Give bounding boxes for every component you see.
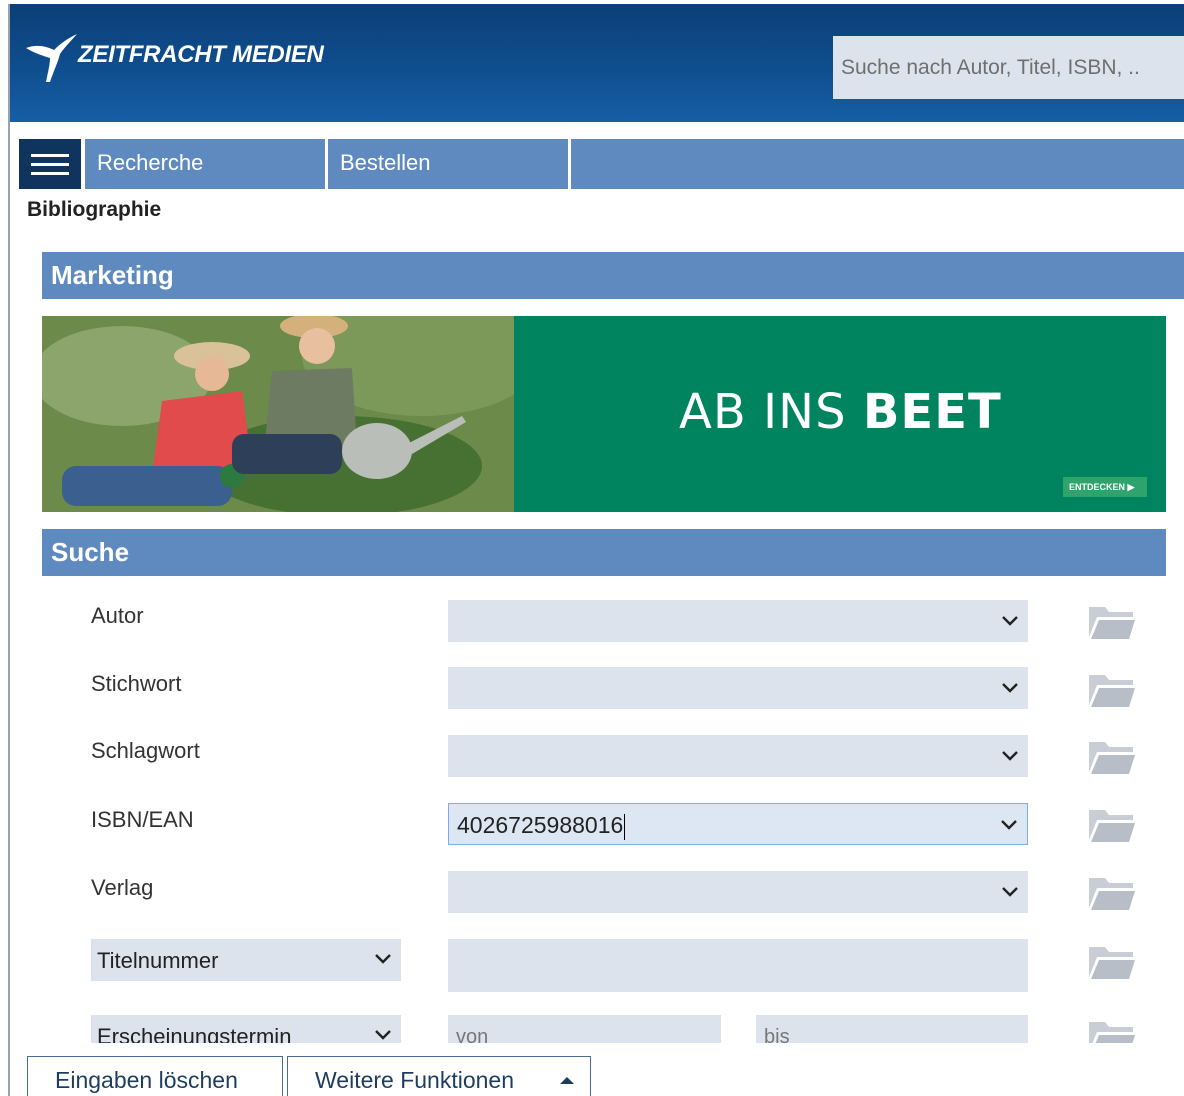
more-functions-label: Weitere Funktionen xyxy=(315,1067,515,1093)
autor-label: Autor xyxy=(91,603,144,628)
marketing-section-header: Marketing xyxy=(42,252,1184,299)
banner-headline-bold: BEET xyxy=(862,384,1002,440)
autor-field[interactable] xyxy=(448,600,1028,642)
folder-icon[interactable] xyxy=(1087,874,1137,912)
nav-spacer xyxy=(571,139,1184,189)
main-nav: Recherche Bestellen xyxy=(19,139,1184,189)
banner-message: AB INS BEET ENTDECKEN ▶ xyxy=(514,316,1166,512)
folder-icon[interactable] xyxy=(1087,603,1137,641)
marketing-banner[interactable]: AB INS BEET ENTDECKEN ▶ xyxy=(42,316,1166,512)
window-left-edge xyxy=(8,4,10,1096)
tab-recherche[interactable]: Recherche xyxy=(85,139,325,189)
logo[interactable]: ZEITFRACHT MEDIEN xyxy=(24,26,324,86)
banner-headline-light: AB INS xyxy=(679,384,863,440)
gardening-photo-illustration xyxy=(42,316,542,512)
chevron-down-icon[interactable] xyxy=(998,879,1022,903)
search-section-header: Suche xyxy=(42,529,1166,576)
schlagwort-label: Schlagwort xyxy=(91,738,200,763)
folder-icon[interactable] xyxy=(1087,943,1137,981)
schlagwort-field[interactable] xyxy=(448,735,1028,777)
isbn-field[interactable]: 4026725988016 xyxy=(448,803,1028,845)
site-header: ZEITFRACHT MEDIEN Suche nach Autor, Tite… xyxy=(10,4,1184,122)
chevron-down-icon[interactable] xyxy=(997,812,1021,836)
chevron-down-icon[interactable] xyxy=(998,608,1022,632)
titelnummer-select[interactable]: Titelnummer xyxy=(91,939,401,981)
verlag-label: Verlag xyxy=(91,875,154,900)
chevron-down-icon[interactable] xyxy=(998,743,1022,767)
more-functions-button[interactable]: Weitere Funktionen xyxy=(287,1056,591,1096)
stichwort-label: Stichwort xyxy=(91,671,182,696)
folder-icon[interactable] xyxy=(1087,738,1137,776)
logo-text: ZEITFRACHT MEDIEN xyxy=(78,41,324,68)
isbn-value: 4026725988016 xyxy=(457,812,624,838)
isbn-label: ISBN/EAN xyxy=(91,807,194,832)
clear-inputs-button[interactable]: Eingaben löschen xyxy=(27,1056,283,1096)
banner-photo xyxy=(42,316,542,512)
titelnummer-field[interactable] xyxy=(448,939,1028,992)
folder-icon[interactable] xyxy=(1087,671,1137,709)
global-search-input[interactable]: Suche nach Autor, Titel, ISBN, .. xyxy=(833,36,1184,99)
titelnummer-select-value: Titelnummer xyxy=(97,948,219,973)
chevron-down-icon[interactable] xyxy=(998,675,1022,699)
banner-headline: AB INS BEET xyxy=(679,384,1002,440)
caret-up-icon xyxy=(560,1077,574,1084)
stichwort-field[interactable] xyxy=(448,667,1028,709)
tab-bestellen[interactable]: Bestellen xyxy=(328,139,568,189)
text-caret xyxy=(624,813,626,840)
menu-icon[interactable] xyxy=(19,139,81,189)
verlag-field[interactable] xyxy=(448,871,1028,913)
page-title: Bibliographie xyxy=(27,198,162,221)
banner-cta-button[interactable]: ENTDECKEN ▶ xyxy=(1063,477,1147,497)
bird-logo-icon xyxy=(26,34,77,82)
chevron-down-icon[interactable] xyxy=(371,946,395,970)
folder-icon[interactable] xyxy=(1087,806,1137,844)
